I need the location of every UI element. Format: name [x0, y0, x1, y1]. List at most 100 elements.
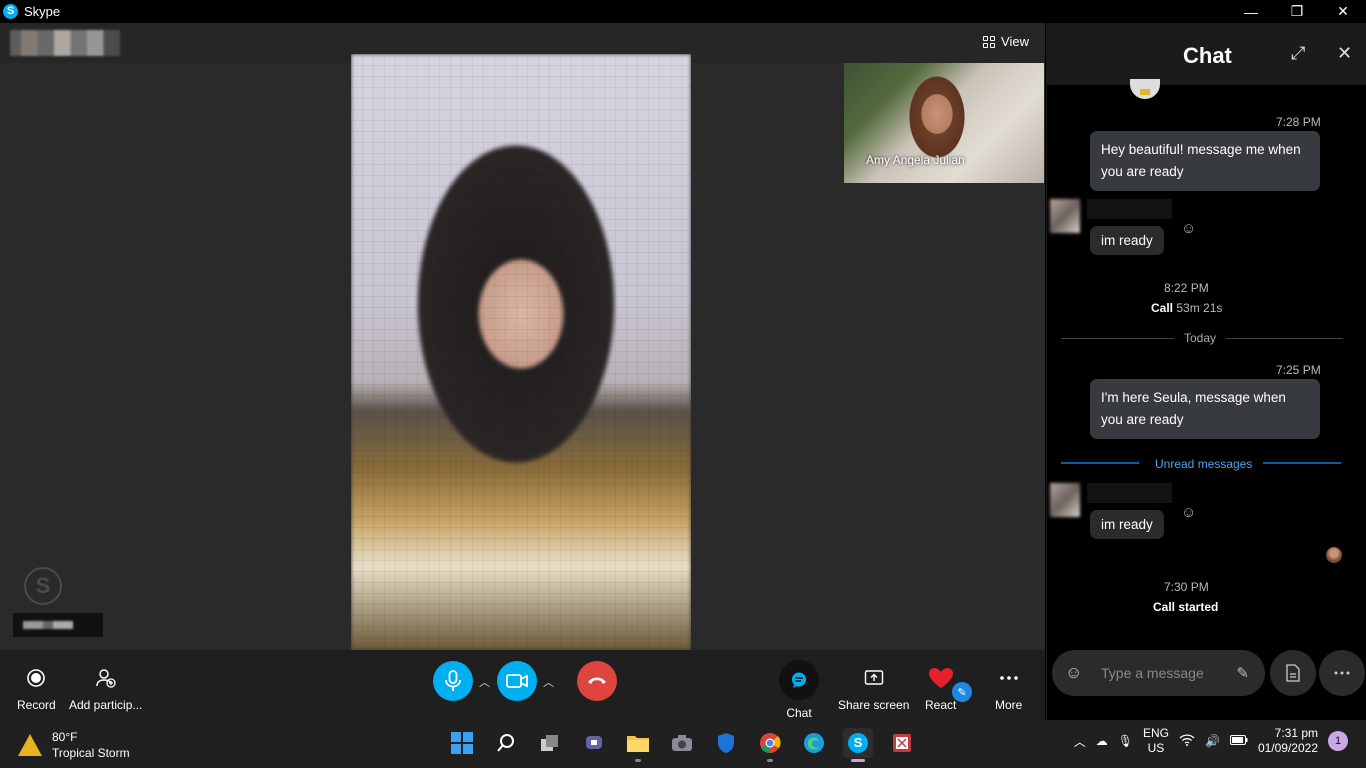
add-reaction-icon[interactable]: ☺: [1181, 220, 1196, 237]
chat-label: Chat: [786, 706, 812, 720]
weather-temperature: 80°F: [52, 730, 78, 744]
file-explorer-icon[interactable]: [623, 728, 653, 762]
share-screen-icon: [864, 666, 884, 690]
show-hidden-icons-chevron-icon[interactable]: ︿: [1074, 733, 1086, 750]
chat-panel: Chat ⤢ ✕ 7:28 PM Hey beautiful! message …: [1046, 23, 1366, 720]
timestamp: 8:22 PM: [1164, 281, 1209, 295]
unread-divider-left: [1061, 462, 1139, 464]
outgoing-message[interactable]: I'm here Seula, message when you are rea…: [1090, 379, 1320, 439]
clock-date: 01/09/2022: [1257, 741, 1318, 755]
close-chat-icon[interactable]: ✕: [1337, 43, 1352, 64]
camera-button[interactable]: [497, 661, 537, 701]
hang-up-icon: [588, 677, 606, 684]
call-label: Call: [1151, 301, 1174, 315]
minimize-button[interactable]: —: [1228, 0, 1274, 23]
add-person-icon: [95, 666, 117, 690]
expand-icon[interactable]: ⤢: [1291, 43, 1305, 64]
add-reaction-icon[interactable]: ☺: [1181, 504, 1196, 521]
read-receipt-avatar: [1326, 547, 1342, 563]
participant-avatar: [1130, 79, 1160, 99]
mic-options-chevron-icon[interactable]: ︿: [479, 674, 490, 690]
weather-description: Tropical Storm: [52, 746, 130, 760]
task-view-icon[interactable]: [535, 728, 565, 758]
camera-options-chevron-icon[interactable]: ︿: [543, 674, 554, 690]
remote-video: [351, 54, 691, 650]
notification-badge[interactable]: 1: [1328, 731, 1348, 751]
incoming-message[interactable]: im ready: [1090, 226, 1164, 255]
file-icon: [1286, 664, 1300, 682]
participant-name-tag: [13, 613, 103, 637]
record-label: Record: [17, 698, 56, 712]
unread-messages-label: Unread messages: [1155, 457, 1253, 471]
volume-icon[interactable]: 🔊: [1205, 734, 1220, 748]
chat-bubble-icon: [779, 660, 819, 700]
message-input[interactable]: Type a message: [1101, 665, 1236, 681]
outgoing-message[interactable]: Hey beautiful! message me when you are r…: [1090, 131, 1320, 191]
self-view-video[interactable]: Amy Angela Julian: [844, 63, 1044, 183]
language-code: ENG: [1142, 726, 1169, 740]
message-composer[interactable]: ☺ Type a message ✎: [1052, 650, 1265, 696]
microphone-tray-icon[interactable]: 🎙: [1118, 734, 1133, 748]
close-window-button[interactable]: ✕: [1320, 0, 1366, 23]
clock[interactable]: 7:31 pm 01/09/2022: [1258, 726, 1318, 756]
skype-taskbar-icon[interactable]: S: [843, 728, 873, 762]
emoji-icon[interactable]: ☺: [1065, 663, 1091, 683]
grid-view-icon: [983, 35, 996, 48]
more-options-button[interactable]: [1319, 650, 1365, 696]
day-divider-label: Today: [1174, 331, 1227, 345]
weather-warning-icon: [18, 734, 42, 756]
camera-app-icon[interactable]: [667, 728, 697, 758]
onedrive-cloud-icon[interactable]: ☁: [1096, 734, 1108, 748]
chrome-icon[interactable]: [755, 728, 785, 762]
call-stage: View Amy Angela Julian S: [0, 23, 1045, 650]
snipping-tool-icon[interactable]: [887, 728, 917, 758]
pixelation-overlay: [351, 54, 691, 650]
hang-up-button[interactable]: [577, 661, 617, 701]
sender-avatar-blurred: [1050, 483, 1080, 517]
more-dots-icon: [999, 666, 1019, 690]
add-participants-label: Add particip...: [69, 698, 143, 712]
microphone-icon: [445, 670, 461, 691]
share-screen-button[interactable]: Share screen: [838, 666, 909, 712]
message-list[interactable]: 7:28 PM Hey beautiful! message me when y…: [1047, 79, 1366, 645]
add-participants-button[interactable]: Add particip...: [69, 666, 142, 712]
search-icon[interactable]: [491, 728, 521, 758]
battery-icon[interactable]: [1229, 734, 1248, 748]
timestamp: 7:25 PM: [1276, 363, 1321, 377]
timestamp: 7:30 PM: [1164, 580, 1209, 594]
weather-widget[interactable]: 80°F Tropical Storm: [18, 729, 130, 761]
react-label: React: [925, 698, 957, 712]
record-icon: [26, 666, 46, 690]
ink-pen-icon[interactable]: ✎: [1236, 664, 1249, 682]
security-shield-icon[interactable]: [711, 728, 741, 758]
restore-button[interactable]: ❐: [1274, 0, 1320, 23]
skype-watermark-icon: S: [24, 567, 62, 605]
caller-name-blurred: [10, 30, 120, 56]
edit-pencil-icon[interactable]: ✎: [952, 682, 972, 702]
unread-divider-right: [1263, 462, 1341, 464]
microphone-button[interactable]: [433, 661, 473, 701]
start-icon[interactable]: [447, 728, 477, 758]
view-button-label: View: [1001, 34, 1029, 49]
taskbar-apps: S: [447, 728, 917, 762]
record-button[interactable]: Record: [17, 666, 56, 712]
window-title: Skype: [24, 4, 61, 19]
camera-icon: [506, 674, 528, 688]
view-button[interactable]: View: [983, 34, 1029, 49]
react-button[interactable]: React ✎: [925, 666, 972, 712]
region-code: US: [1147, 741, 1165, 755]
window-controls: — ❐ ✕: [1228, 0, 1366, 23]
chat-title: Chat: [1183, 43, 1232, 68]
clock-time: 7:31 pm: [1274, 726, 1318, 740]
teams-chat-icon[interactable]: [579, 728, 609, 758]
more-button[interactable]: More: [995, 666, 1022, 712]
incoming-message[interactable]: im ready: [1090, 510, 1164, 539]
more-label: More: [995, 698, 1023, 712]
wifi-icon[interactable]: [1179, 733, 1195, 749]
skype-logo-icon: S: [3, 4, 18, 19]
attach-file-button[interactable]: [1270, 650, 1316, 696]
chat-button[interactable]: Chat: [779, 660, 819, 720]
input-language[interactable]: ENG US: [1143, 726, 1169, 756]
heart-icon: [928, 666, 954, 690]
edge-icon[interactable]: [799, 728, 829, 758]
